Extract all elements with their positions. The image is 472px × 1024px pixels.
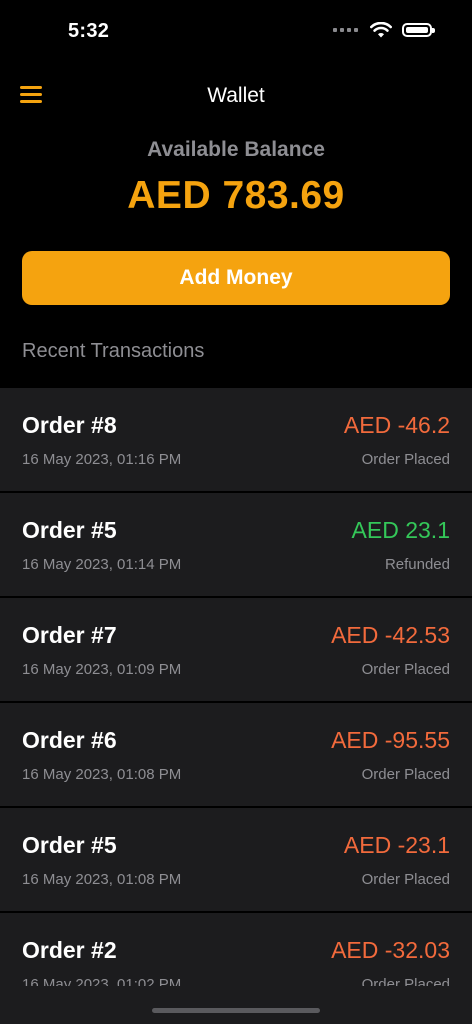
battery-icon — [402, 23, 435, 37]
transaction-date: 16 May 2023, 01:08 PM — [22, 766, 182, 783]
transaction-title: Order #5 — [22, 517, 117, 543]
transaction-amount: AED -46.2 — [343, 412, 450, 438]
transaction-title: Order #7 — [22, 622, 117, 648]
status-bar: 5:32 — [0, 0, 472, 64]
transaction-title: Order #2 — [22, 937, 117, 963]
transaction-status: Refunded — [384, 556, 450, 573]
transaction-title: Order #5 — [22, 832, 117, 858]
transaction-row[interactable]: Order #8 16 May 2023, 01:16 PM AED -46.2 Or… — [0, 388, 472, 493]
transaction-status: Order Placed — [361, 661, 450, 678]
transaction-status: Order Placed — [361, 766, 450, 783]
transaction-status: Order Placed — [361, 871, 450, 888]
transaction-date: 16 May 2023, 01:16 PM — [22, 451, 182, 468]
transaction-amount: AED -32.03 — [331, 937, 450, 963]
transaction-row[interactable]: Order #5 16 May 2023, 01:08 PM AED -23.1 Or… — [0, 808, 472, 913]
add-money-button[interactable]: Add Money — [22, 251, 450, 305]
wifi-icon — [370, 22, 392, 38]
transaction-amount: AED -95.55 — [331, 727, 450, 753]
transaction-title: Order #6 — [22, 727, 117, 753]
transaction-status: Order Placed — [361, 976, 450, 986]
transaction-status: Order Placed — [361, 451, 450, 468]
transaction-date: 16 May 2023, 01:02 PM — [22, 976, 182, 986]
header: Wallet — [0, 72, 472, 120]
balance-label: Available Balance — [147, 138, 325, 161]
cellular-signal-icon — [333, 28, 358, 32]
transaction-amount: AED -42.53 — [331, 622, 450, 648]
transaction-amount: AED -23.1 — [343, 832, 450, 858]
transaction-amount: AED 23.1 — [351, 517, 450, 543]
recent-transactions-title: Recent Transactions — [22, 340, 205, 362]
home-bar-area — [0, 986, 472, 1024]
transactions-list[interactable]: Order #8 16 May 2023, 01:16 PM AED -46.2 Or… — [0, 388, 472, 986]
transaction-date: 16 May 2023, 01:14 PM — [22, 556, 182, 573]
home-indicator[interactable] — [152, 1008, 320, 1013]
transaction-date: 16 May 2023, 01:09 PM — [22, 661, 182, 678]
page-title: Wallet — [207, 84, 265, 107]
transaction-row[interactable]: Order #2 16 May 2023, 01:02 PM AED -32.03 O… — [0, 913, 472, 986]
transaction-title: Order #8 — [22, 412, 117, 438]
transaction-row[interactable]: Order #6 16 May 2023, 01:08 PM AED -95.55 O… — [0, 703, 472, 808]
balance-amount: AED 783.69 — [127, 174, 345, 217]
transaction-row[interactable]: Order #7 16 May 2023, 01:09 PM AED -42.53 O… — [0, 598, 472, 703]
status-icons — [333, 22, 435, 38]
transaction-row[interactable]: Order #5 16 May 2023, 01:14 PM AED 23.1 Ref… — [0, 493, 472, 598]
status-time: 5:32 — [68, 20, 110, 42]
transaction-date: 16 May 2023, 01:08 PM — [22, 871, 182, 888]
wallet-screen: 5:32 Wallet Available Balance AED 783.69… — [0, 0, 472, 1024]
